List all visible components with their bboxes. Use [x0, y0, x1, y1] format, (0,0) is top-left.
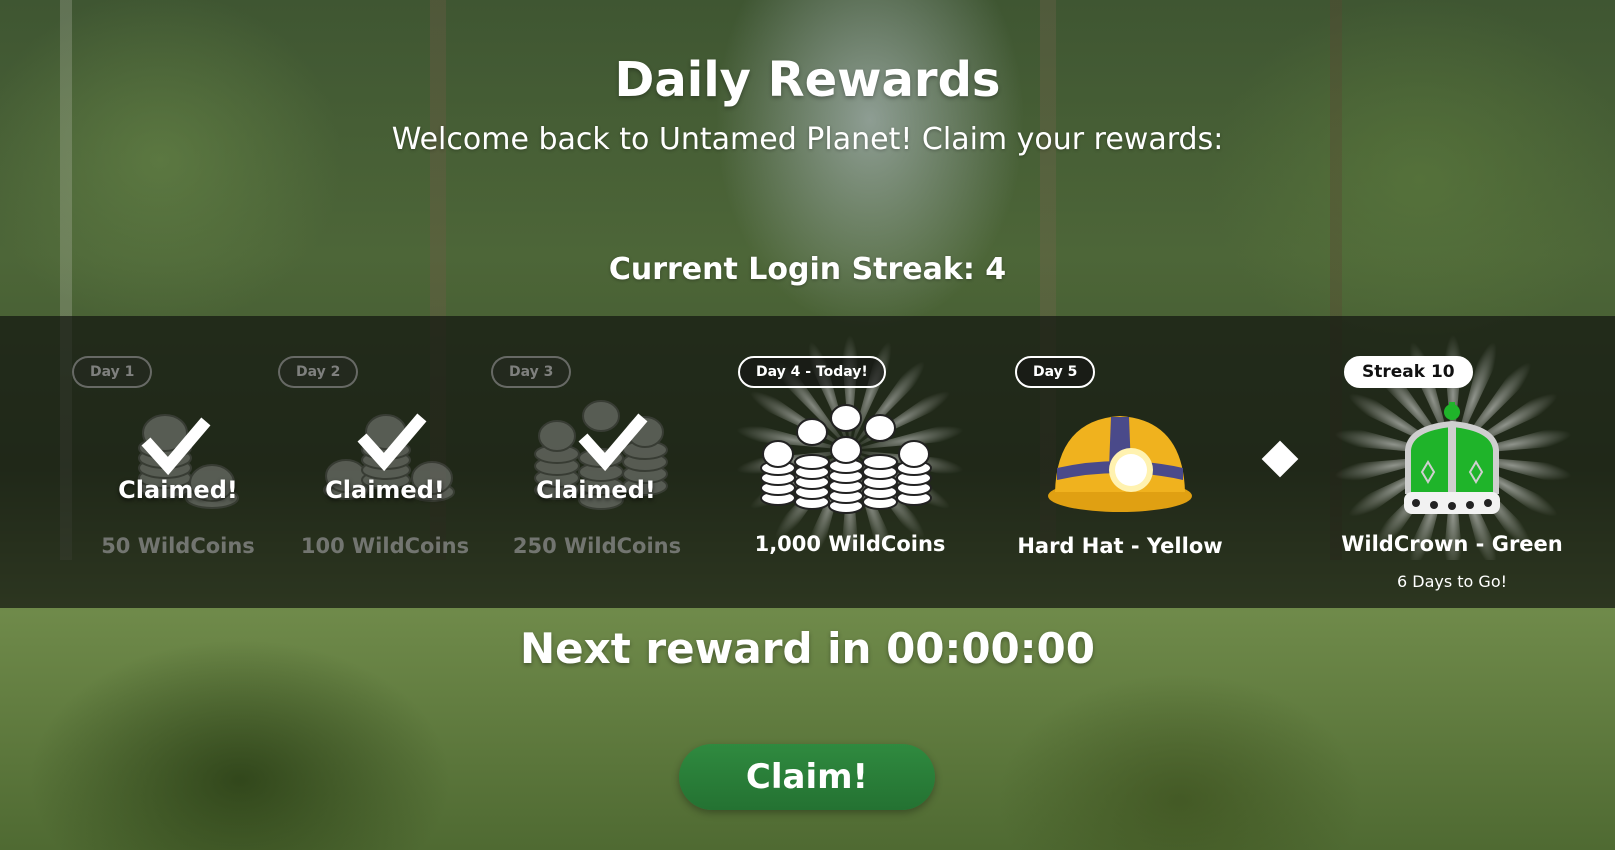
day-badge: Day 2 — [278, 356, 359, 388]
day-badge: Day 3 — [491, 356, 572, 388]
coin-pile-icon — [760, 404, 932, 514]
claimed-status: Claimed! — [325, 476, 445, 504]
rewards-panel: Day 1 Claimed! 50 WildCoins Day 2 Claime… — [0, 316, 1615, 608]
welcome-subtitle: Welcome back to Untamed Planet! Claim yo… — [391, 122, 1224, 157]
claimed-status: Claimed! — [118, 476, 238, 504]
claimed-status: Claimed! — [536, 476, 656, 504]
reward-slot-streak-10: Streak 10 WildCrown - Green 6 Days to Go… — [1302, 316, 1602, 608]
login-streak: Current Login Streak: 4 — [608, 252, 1007, 287]
reward-name: WildCrown - Green — [1341, 532, 1563, 556]
hard-hat-icon — [1048, 416, 1192, 512]
reward-slot-day-3: Day 3 Claimed! 250 WildCoins — [491, 316, 711, 608]
day-badge: Day 5 — [1015, 356, 1096, 388]
crown-icon — [1404, 402, 1500, 514]
page-title: Daily Rewards — [614, 52, 1001, 108]
day-badge: Day 1 — [72, 356, 153, 388]
reward-slot-day-5: Day 5 Hard Hat - Yellow — [970, 316, 1270, 608]
reward-slot-day-4: Day 4 - Today! 1,000 WildCoins — [700, 316, 1000, 608]
reward-name: 1,000 WildCoins — [754, 532, 946, 556]
reward-slot-day-2: Day 2 Claimed! 100 WildCoins — [278, 316, 498, 608]
claim-button[interactable]: Claim! — [679, 744, 935, 810]
streak-badge: Streak 10 — [1344, 356, 1473, 388]
reward-countdown: 6 Days to Go! — [1396, 572, 1508, 591]
reward-name: Hard Hat - Yellow — [1017, 534, 1223, 558]
next-reward-timer: Next reward in 00:00:00 — [519, 624, 1096, 673]
reward-slot-day-1: Day 1 Claimed! 50 WildCoins — [70, 316, 290, 608]
day-badge-today: Day 4 - Today! — [738, 356, 886, 388]
